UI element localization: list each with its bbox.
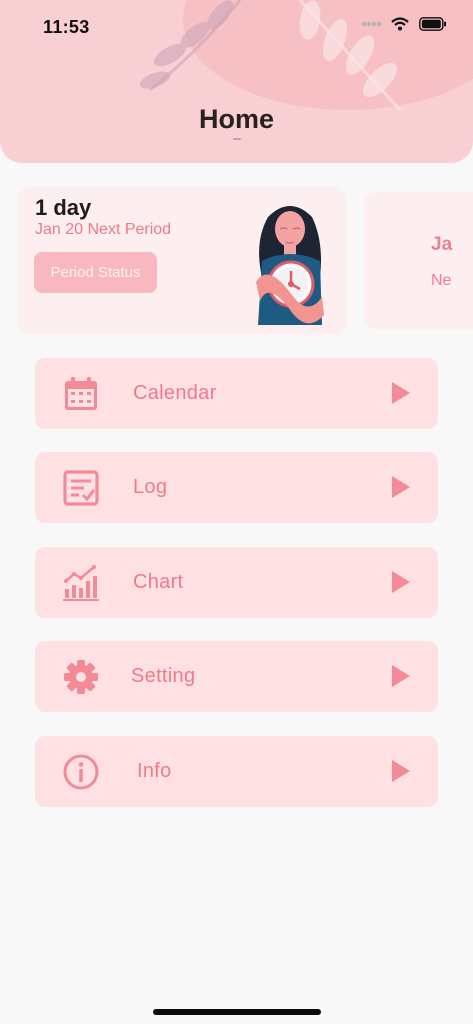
- gear-icon: [64, 660, 98, 694]
- next-period-date: Jan 20 Next Period: [35, 221, 172, 238]
- battery-icon: [419, 17, 446, 31]
- menu-item-label: Chart: [133, 571, 184, 593]
- play-arrow-icon: [392, 665, 410, 687]
- play-arrow-icon: [392, 760, 410, 782]
- status-bar: 11:53: [0, 0, 473, 52]
- wifi-icon: [391, 17, 409, 31]
- next-period-card[interactable]: Ja Ne: [364, 192, 473, 329]
- menu-item-info[interactable]: Info: [35, 736, 438, 807]
- menu-item-label: Log: [133, 476, 168, 498]
- period-status-button[interactable]: Period Status: [34, 252, 157, 293]
- play-arrow-icon: [392, 571, 410, 593]
- title-underline: [233, 138, 241, 140]
- play-arrow-icon: [392, 382, 410, 404]
- days-left: 1 day: [35, 195, 92, 220]
- next-card-date: Ja: [431, 234, 453, 255]
- woman-clock-illustration-icon: [256, 206, 324, 325]
- menu-item-label: Setting: [131, 665, 196, 687]
- info-icon: [63, 754, 99, 790]
- play-arrow-icon: [392, 476, 410, 498]
- menu-item-label: Calendar: [133, 382, 217, 404]
- menu-item-log[interactable]: Log: [35, 452, 438, 523]
- menu-item-calendar[interactable]: Calendar: [35, 358, 438, 429]
- signal-icon: [361, 21, 381, 27]
- calendar-icon: [65, 377, 97, 410]
- page-title: Home: [198, 104, 274, 134]
- menu-item-chart[interactable]: Chart: [35, 547, 438, 618]
- log-icon: [63, 470, 99, 506]
- period-card[interactable]: 1 day Jan 20 Next Period Period Status: [18, 187, 347, 335]
- status-time: 11:53: [43, 17, 90, 37]
- status-icons: [361, 17, 447, 31]
- next-card-label: Ne: [431, 272, 452, 289]
- menu-item-label: Info: [137, 760, 172, 782]
- chart-icon: [63, 565, 99, 601]
- menu-item-setting[interactable]: Setting: [35, 641, 438, 712]
- home-indicator[interactable]: [153, 1009, 321, 1015]
